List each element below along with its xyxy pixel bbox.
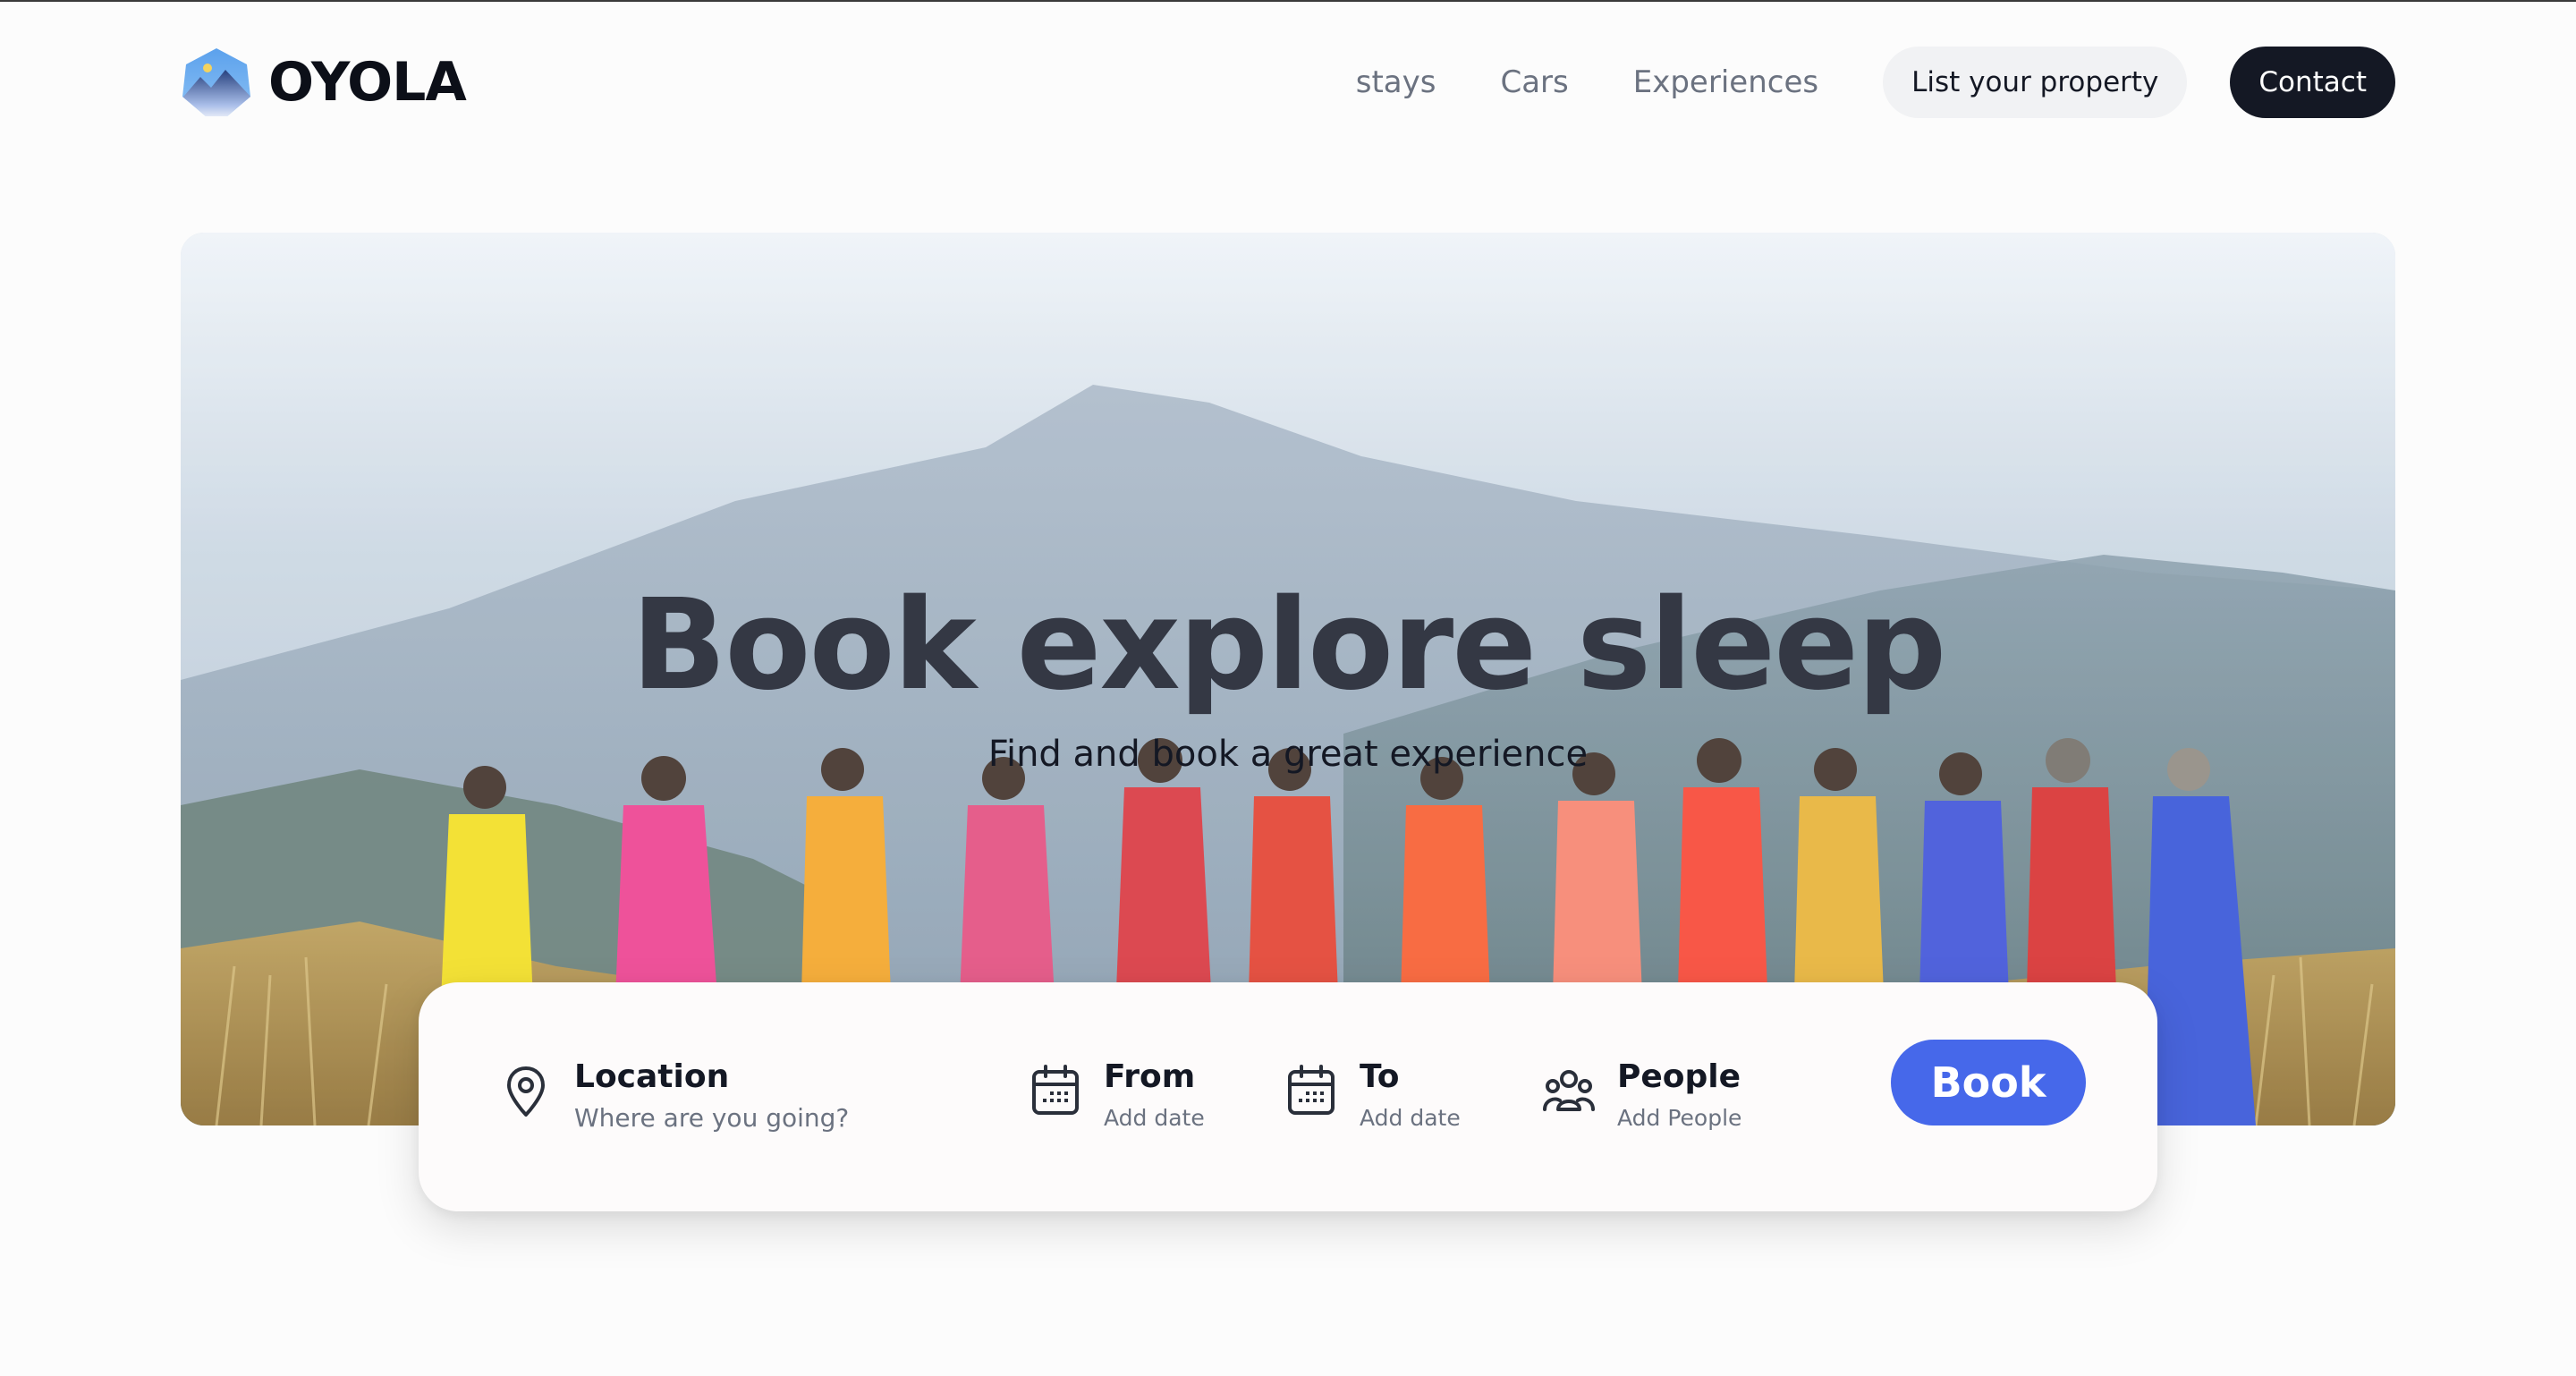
list-property-button[interactable]: List your property: [1883, 47, 2188, 118]
people-label: People: [1617, 1058, 1741, 1095]
site-header: OYOLA stays Cars Experiences List your p…: [181, 45, 2395, 120]
main-nav: stays Cars Experiences List your propert…: [1356, 47, 2395, 118]
location-label: Location: [574, 1058, 730, 1095]
mountain-hexagon-icon: [182, 48, 250, 116]
to-placeholder: Add date: [1360, 1105, 1461, 1131]
map-pin-icon: [507, 1066, 545, 1117]
contact-button[interactable]: Contact: [2230, 47, 2395, 118]
from-placeholder: Add date: [1104, 1105, 1205, 1131]
to-label: To: [1360, 1058, 1400, 1095]
location-field[interactable]: Location Where are you going?: [499, 1057, 849, 1136]
hero-subtitle: Find and book a great experience: [987, 734, 1589, 775]
people-placeholder: Add People: [1617, 1105, 1742, 1131]
people-group-icon: [1543, 1070, 1595, 1111]
to-date-field[interactable]: To Add date: [1284, 1057, 1461, 1136]
nav-link-stays[interactable]: stays: [1356, 64, 1436, 100]
nav-link-cars[interactable]: Cars: [1500, 64, 1568, 100]
calendar-icon: [1032, 1065, 1079, 1115]
brand-name: OYOLA: [268, 51, 467, 114]
from-label: From: [1104, 1058, 1196, 1095]
book-button[interactable]: Book: [1891, 1040, 2086, 1125]
booking-search-bar: Location Where are you going? From Add d…: [419, 982, 2157, 1211]
hero-title: Book explore sleep: [631, 573, 1947, 718]
location-placeholder: Where are you going?: [574, 1103, 850, 1133]
people-field[interactable]: People Add People: [1542, 1057, 1741, 1136]
calendar-icon: [1288, 1065, 1335, 1115]
from-date-field[interactable]: From Add date: [1029, 1057, 1205, 1136]
brand-logo-link[interactable]: OYOLA: [181, 47, 467, 118]
nav-link-experiences[interactable]: Experiences: [1633, 64, 1818, 100]
